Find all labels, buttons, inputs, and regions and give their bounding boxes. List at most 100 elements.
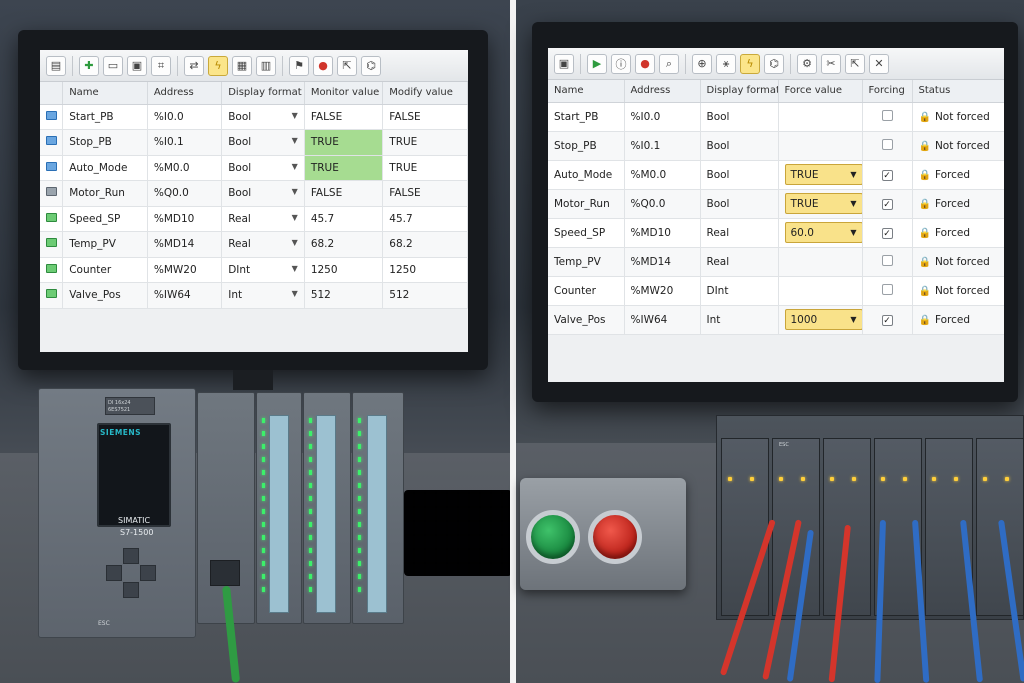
table-row[interactable]: Auto_Mode %M0.0 Bool TRUE ▼ ✓ 🔒 Forced (548, 160, 1004, 190)
column-header-monitor-value[interactable]: Monitor value (304, 82, 384, 105)
modify-value-input[interactable]: 1250 (382, 257, 468, 283)
forcing-checkbox[interactable] (881, 109, 893, 121)
tag-name[interactable]: Stop_PB (548, 131, 625, 161)
column-header-name[interactable]: Name (548, 80, 625, 103)
tag-name[interactable]: Start_PB (548, 102, 625, 132)
table-row[interactable]: Counter %MW20 DInt 🔒 Not forced (548, 276, 1004, 306)
modify-value-input[interactable]: TRUE (382, 155, 468, 181)
lightning-button[interactable]: ϟ (740, 53, 760, 74)
tag-name[interactable]: Speed_SP (548, 218, 625, 248)
forcing-checkbox[interactable] (881, 138, 893, 150)
tag-name[interactable]: Motor_Run (62, 180, 148, 207)
stop-record-button[interactable]: ● (635, 53, 655, 74)
display-format-select[interactable]: Bool ▼ (221, 180, 305, 207)
table-row[interactable]: Start_PB %I0.0 Bool ▼ FALSE FALSE (40, 104, 468, 130)
network-button[interactable]: ⌬ (361, 55, 381, 76)
modify-value-input[interactable]: 68.2 (382, 231, 468, 258)
tools-button[interactable]: ✕ (869, 53, 889, 74)
zoom-button[interactable]: ⊕ (692, 53, 712, 74)
chevron-down-icon[interactable]: ▼ (292, 289, 298, 298)
forcing-checkbox-cell[interactable]: ✓ (862, 218, 913, 248)
tag-name[interactable]: Start_PB (62, 104, 148, 130)
run-man-button[interactable]: ⚹ (716, 53, 736, 74)
column-header-name[interactable]: Name (62, 82, 148, 105)
red-stop-pushbutton[interactable] (588, 510, 642, 564)
table-row[interactable]: Valve_Pos %IW64 Int 1000 ▼ ✓ 🔒 Forced (548, 305, 1004, 335)
table-alt-button[interactable]: ▥ (256, 55, 276, 76)
cpu-navigation-pad[interactable] (106, 548, 156, 598)
table-row[interactable]: Valve_Pos %IW64 Int ▼ 512 512 (40, 282, 468, 309)
display-format-select[interactable]: Real ▼ (221, 206, 305, 232)
force-value-cell[interactable] (778, 247, 863, 277)
chevron-down-icon[interactable]: ▼ (292, 111, 298, 120)
table-row[interactable]: Speed_SP %MD10 Real 60.0 ▼ ✓ 🔒 Forced (548, 218, 1004, 248)
add-green-button[interactable]: ✚ (79, 55, 99, 76)
table-row[interactable]: Start_PB %I0.0 Bool 🔒 Not forced (548, 102, 1004, 132)
display-format-select[interactable]: Bool ▼ (221, 155, 305, 181)
forcing-checkbox-cell[interactable]: ✓ (862, 160, 913, 190)
table-row[interactable]: Motor_Run %Q0.0 Bool ▼ FALSE FALSE (40, 180, 468, 207)
tag-name[interactable]: Valve_Pos (548, 305, 625, 335)
monitor-button[interactable]: ⌗ (151, 55, 171, 76)
table-row[interactable]: Temp_PV %MD14 Real 🔒 Not forced (548, 247, 1004, 277)
force-value-select[interactable]: TRUE ▼ (784, 164, 861, 185)
tag-name[interactable]: Temp_PV (548, 247, 625, 277)
tag-name[interactable]: Auto_Mode (548, 160, 625, 190)
display-format-select[interactable]: DInt ▼ (221, 257, 305, 283)
force-value-cell[interactable] (778, 131, 863, 161)
save-button[interactable]: ▣ (554, 53, 574, 74)
chevron-down-icon[interactable]: ▼ (292, 136, 298, 145)
chevron-down-icon[interactable]: ▼ (850, 315, 856, 324)
new-doc-button[interactable]: ▤ (46, 55, 66, 76)
chevron-down-icon[interactable]: ▼ (292, 213, 298, 222)
chevron-down-icon[interactable]: ▼ (292, 187, 298, 196)
run-button[interactable]: ▶ (587, 53, 607, 74)
open-folder-button[interactable]: ▭ (103, 55, 123, 76)
forcing-checkbox[interactable]: ✓ (881, 314, 893, 326)
modify-value-input[interactable]: 512 (382, 282, 468, 309)
forcing-checkbox[interactable]: ✓ (881, 169, 893, 181)
column-header-status[interactable]: Status (912, 80, 1004, 103)
tag-name[interactable]: Auto_Mode (62, 155, 148, 181)
chevron-down-icon[interactable]: ▼ (850, 228, 856, 237)
chevron-down-icon[interactable]: ▼ (850, 199, 856, 208)
column-header-force-value[interactable]: Force value (778, 80, 863, 103)
export-button[interactable]: ⇱ (337, 55, 357, 76)
green-start-pushbutton[interactable] (526, 510, 580, 564)
column-header-address[interactable]: Address (624, 80, 701, 103)
modify-value-input[interactable]: FALSE (382, 104, 468, 130)
table-row[interactable]: Temp_PV %MD14 Real ▼ 68.2 68.2 (40, 231, 468, 258)
search-doc-button[interactable]: ⌕ (659, 53, 679, 74)
network-button[interactable]: ⌬ (764, 53, 784, 74)
column-header-forcing[interactable]: Forcing (862, 80, 913, 103)
force-value-cell[interactable]: TRUE ▼ (778, 160, 863, 190)
tag-name[interactable]: Temp_PV (62, 231, 148, 258)
chevron-down-icon[interactable]: ▼ (292, 264, 298, 273)
forcing-checkbox[interactable] (881, 283, 893, 295)
modify-value-input[interactable]: 45.7 (382, 206, 468, 232)
tag-name[interactable]: Stop_PB (62, 129, 148, 156)
force-value-select[interactable]: 1000 ▼ (784, 309, 861, 330)
connect-button[interactable]: ⇄ (184, 55, 204, 76)
column-header-modify-value[interactable]: Modify value (382, 82, 468, 105)
display-format-select[interactable]: Real ▼ (221, 231, 305, 258)
column-header-display-format[interactable]: Display format (700, 80, 779, 103)
forcing-checkbox[interactable]: ✓ (881, 198, 893, 210)
force-value-cell[interactable] (778, 276, 863, 306)
forcing-checkbox-cell[interactable] (862, 131, 913, 161)
force-value-select[interactable]: 60.0 ▼ (784, 222, 861, 243)
info-button[interactable]: ⓘ (611, 53, 631, 74)
table-button[interactable]: ▦ (232, 55, 252, 76)
forcing-checkbox-cell[interactable]: ✓ (862, 189, 913, 219)
forcing-checkbox-cell[interactable] (862, 276, 913, 306)
chevron-down-icon[interactable]: ▼ (850, 170, 856, 179)
table-row[interactable]: Speed_SP %MD10 Real ▼ 45.7 45.7 (40, 206, 468, 232)
tag-name[interactable]: Motor_Run (548, 189, 625, 219)
force-value-cell[interactable]: 1000 ▼ (778, 305, 863, 335)
stop-button[interactable]: ● (313, 55, 333, 76)
column-header-display-format[interactable]: Display format (221, 82, 305, 105)
modify-value-input[interactable]: TRUE (382, 129, 468, 156)
display-format-select[interactable]: Int ▼ (221, 282, 305, 309)
table-row[interactable]: Stop_PB %I0.1 Bool 🔒 Not forced (548, 131, 1004, 161)
cut-button[interactable]: ✂ (821, 53, 841, 74)
